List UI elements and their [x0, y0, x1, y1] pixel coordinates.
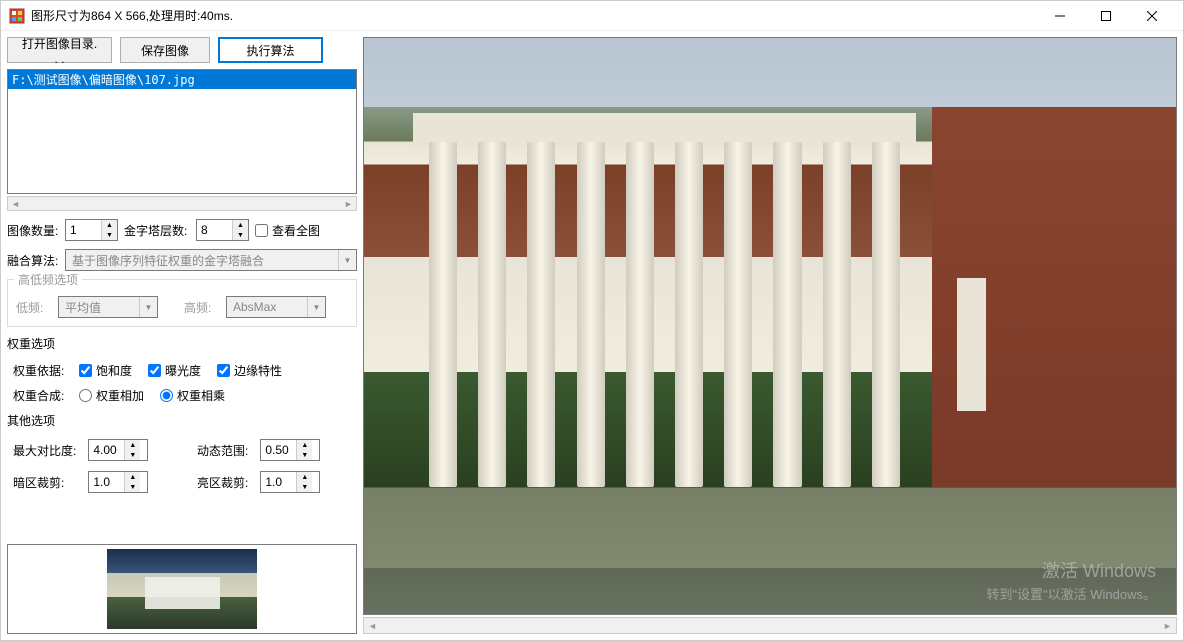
open-dir-button[interactable]: 打开图像目录. . . [7, 37, 112, 63]
thumbnail-view [7, 544, 357, 634]
light-clip-label: 亮区裁剪: [197, 474, 248, 491]
thumbnail-image [107, 549, 257, 629]
highlow-title: 高低频选项 [14, 271, 82, 288]
image-view[interactable]: 激活 Windows 转到"设置"以激活 Windows。 [363, 37, 1177, 615]
view-full-checkbox[interactable]: 查看全图 [255, 222, 320, 239]
weight-group: 权重选项 权重依据: 饱和度 曝光度 边缘特性 权重合成: 权重相加 权重相乘 [7, 335, 357, 412]
highlow-group: 高低频选项 低频: 平均值 ▼ 高频: AbsMax ▼ [7, 279, 357, 327]
close-button[interactable] [1129, 1, 1175, 31]
edge-checkbox[interactable]: 边缘特性 [217, 362, 282, 379]
fusion-row: 融合算法: 基于图像序列特征权重的金字塔融合 ▼ [7, 249, 357, 271]
exposure-checkbox[interactable]: 曝光度 [148, 362, 201, 379]
right-panel: 激活 Windows 转到"设置"以激活 Windows。 ◄ ► [363, 37, 1177, 634]
high-freq-combobox: AbsMax ▼ [226, 296, 326, 318]
save-image-button[interactable]: 保存图像 [120, 37, 210, 63]
spin-up-icon[interactable]: ▲ [233, 220, 248, 230]
dark-clip-spinner[interactable]: ▲▼ [88, 471, 148, 493]
left-panel: 打开图像目录. . . 保存图像 执行算法 F:\测试图像\偏暗图像\107.j… [7, 37, 357, 634]
pyramid-levels-input[interactable] [197, 220, 232, 240]
image-scrollbar[interactable]: ◄ ► [363, 617, 1177, 634]
dynamic-range-label: 动态范围: [197, 442, 248, 459]
listbox-scrollbar[interactable]: ◄ ► [7, 196, 357, 211]
window-controls [1037, 1, 1175, 31]
other-group: 其他选项 最大对比度: ▲▼ 动态范围: ▲▼ 暗区裁剪: ▲▼ 亮区裁剪: ▲… [7, 412, 357, 493]
low-freq-combobox: 平均值 ▼ [58, 296, 158, 318]
fusion-label: 融合算法: [7, 252, 59, 269]
image-count-spinner[interactable]: ▲▼ [65, 219, 118, 241]
app-icon [9, 8, 25, 24]
main-image: 激活 Windows 转到"设置"以激活 Windows。 [364, 38, 1176, 614]
window-title: 图形尺寸为864 X 566,处理用时:40ms. [31, 7, 1037, 24]
image-count-input[interactable] [66, 220, 101, 240]
titlebar: 图形尺寸为864 X 566,处理用时:40ms. [1, 1, 1183, 31]
chevron-down-icon: ▼ [307, 297, 325, 317]
chevron-down-icon[interactable]: ▼ [338, 250, 356, 270]
file-listbox[interactable]: F:\测试图像\偏暗图像\107.jpg [7, 69, 357, 194]
minimize-button[interactable] [1037, 1, 1083, 31]
weight-mul-radio[interactable]: 权重相乘 [160, 387, 225, 404]
dynamic-range-spinner[interactable]: ▲▼ [260, 439, 320, 461]
high-freq-label: 高频: [184, 299, 220, 316]
image-count-label: 图像数量: [7, 222, 59, 239]
spin-down-icon[interactable]: ▼ [102, 230, 117, 240]
max-contrast-spinner[interactable]: ▲▼ [88, 439, 148, 461]
pyramid-levels-spinner[interactable]: ▲▼ [196, 219, 249, 241]
watermark: 激活 Windows 转到"设置"以激活 Windows。 [986, 558, 1156, 605]
weight-title: 权重选项 [7, 335, 357, 352]
saturation-checkbox[interactable]: 饱和度 [79, 362, 132, 379]
scroll-left-icon[interactable]: ◄ [8, 197, 23, 210]
image-params-row: 图像数量: ▲▼ 金字塔层数: ▲▼ 查看全图 [7, 219, 357, 241]
spin-up-icon[interactable]: ▲ [102, 220, 117, 230]
fusion-combobox[interactable]: 基于图像序列特征权重的金字塔融合 ▼ [65, 249, 357, 271]
other-title: 其他选项 [7, 412, 357, 429]
toolbar: 打开图像目录. . . 保存图像 执行算法 [7, 37, 357, 63]
dark-clip-label: 暗区裁剪: [13, 474, 76, 491]
weight-compose-label: 权重合成: [13, 387, 73, 404]
scroll-right-icon[interactable]: ► [1159, 619, 1176, 632]
light-clip-spinner[interactable]: ▲▼ [260, 471, 320, 493]
maximize-button[interactable] [1083, 1, 1129, 31]
list-item[interactable]: F:\测试图像\偏暗图像\107.jpg [8, 70, 356, 89]
scroll-right-icon[interactable]: ► [341, 197, 356, 210]
low-freq-label: 低频: [16, 299, 52, 316]
chevron-down-icon: ▼ [139, 297, 157, 317]
scroll-left-icon[interactable]: ◄ [364, 619, 381, 632]
content-area: 打开图像目录. . . 保存图像 执行算法 F:\测试图像\偏暗图像\107.j… [1, 31, 1183, 640]
weight-basis-label: 权重依据: [13, 362, 73, 379]
max-contrast-label: 最大对比度: [13, 442, 76, 459]
spin-down-icon[interactable]: ▼ [233, 230, 248, 240]
app-window: 图形尺寸为864 X 566,处理用时:40ms. 打开图像目录. . . 保存… [0, 0, 1184, 641]
weight-add-radio[interactable]: 权重相加 [79, 387, 144, 404]
pyramid-levels-label: 金字塔层数: [124, 222, 190, 239]
run-algorithm-button[interactable]: 执行算法 [218, 37, 323, 63]
